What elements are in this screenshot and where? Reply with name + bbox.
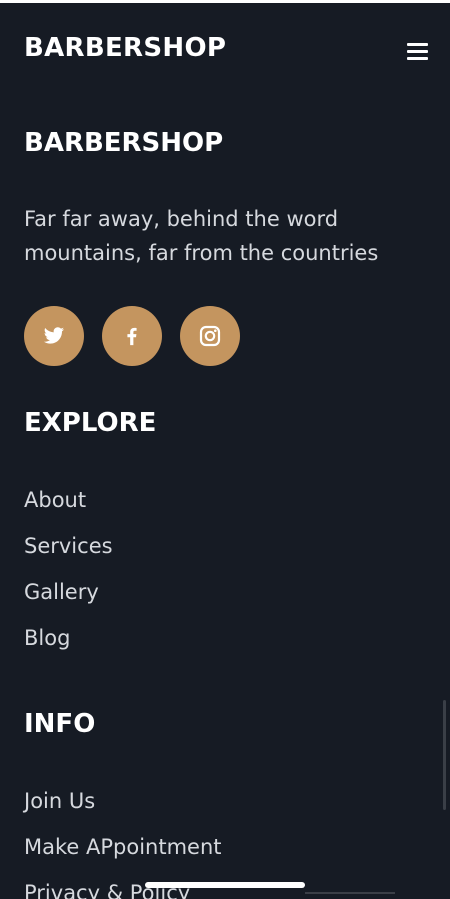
explore-heading: EXPLORE (24, 408, 157, 438)
menu-bar (407, 43, 428, 46)
footer-brand-heading: BARBERSHOP (24, 128, 224, 158)
bottom-divider (305, 892, 395, 894)
info-section: INFO Join Us Make APpointment Privacy & … (24, 707, 424, 899)
footer-link-make-appointment[interactable]: Make APpointment (24, 824, 424, 870)
twitter-icon (43, 327, 65, 344)
instagram-button[interactable] (180, 306, 240, 366)
facebook-button[interactable] (102, 306, 162, 366)
footer-link-gallery[interactable]: Gallery (24, 569, 424, 615)
social-links (24, 306, 240, 366)
facebook-icon (127, 327, 137, 346)
explore-links: About Services Gallery Blog (24, 477, 424, 661)
info-heading: INFO (24, 709, 96, 739)
footer: BARBERSHOP Far far away, behind the word… (24, 126, 424, 899)
home-indicator[interactable] (145, 882, 305, 888)
explore-section: EXPLORE About Services Gallery Blog (24, 406, 424, 661)
info-links: Join Us Make APpointment Privacy & Polic… (24, 778, 424, 899)
menu-bar (407, 50, 428, 53)
scrollbar[interactable] (443, 700, 446, 810)
footer-link-blog[interactable]: Blog (24, 615, 424, 661)
footer-link-join-us[interactable]: Join Us (24, 778, 424, 824)
footer-link-services[interactable]: Services (24, 523, 424, 569)
footer-link-about[interactable]: About (24, 477, 424, 523)
hamburger-menu-icon[interactable] (402, 37, 432, 67)
brand-logo[interactable]: BARBERSHOP (24, 33, 226, 63)
twitter-button[interactable] (24, 306, 84, 366)
instagram-icon (199, 325, 221, 347)
footer-about-text: Far far away, behind the word mountains,… (24, 207, 379, 265)
navbar: BARBERSHOP (0, 3, 450, 91)
menu-bar (407, 57, 428, 60)
